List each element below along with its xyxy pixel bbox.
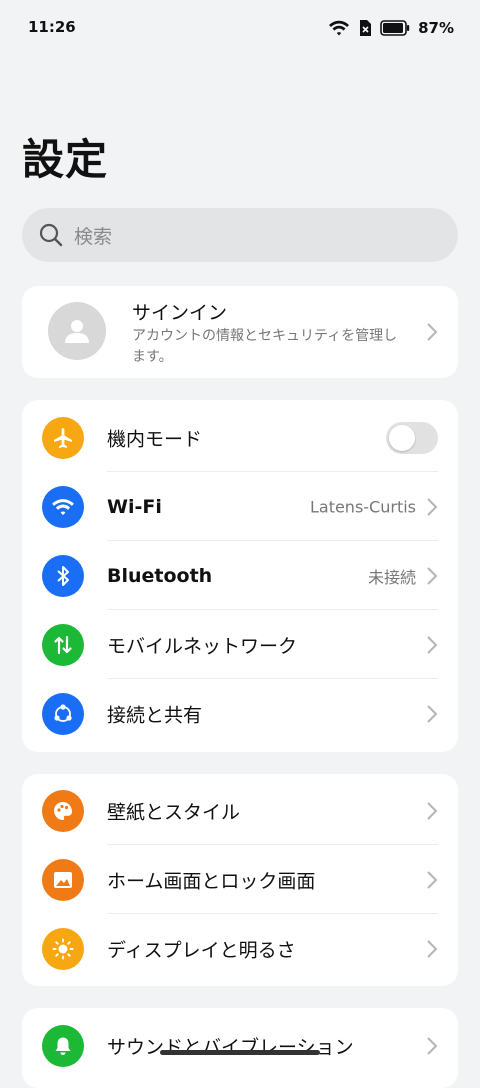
wifi-label: Wi-Fi bbox=[107, 495, 162, 518]
bluetooth-row[interactable]: Bluetooth 未接続 bbox=[22, 541, 458, 610]
airplane-mode-toggle[interactable] bbox=[386, 421, 438, 454]
battery-icon bbox=[380, 20, 410, 36]
wifi-icon bbox=[42, 485, 84, 528]
status-time: 11:26 bbox=[28, 18, 76, 36]
connectivity-card: 機内モード Wi-Fi Latens-Curtis Bluetooth 未接続 bbox=[22, 400, 458, 752]
search-placeholder: 検索 bbox=[74, 225, 113, 248]
avatar bbox=[48, 302, 106, 360]
display-card: 壁紙とスタイル ホーム画面とロック画面 ディスプレイと明るさ bbox=[22, 774, 458, 986]
battery-percent: 87% bbox=[418, 19, 454, 37]
sound-vibration-row[interactable]: サウンドとバイブレーション bbox=[22, 1011, 458, 1080]
wifi-status-icon bbox=[329, 20, 350, 36]
airplane-mode-row[interactable]: 機内モード bbox=[22, 403, 458, 472]
airplane-mode-label: 機内モード bbox=[107, 428, 203, 450]
bell-icon bbox=[42, 1024, 84, 1067]
mobile-network-row[interactable]: モバイルネットワーク bbox=[22, 610, 458, 679]
wifi-row[interactable]: Wi-Fi Latens-Curtis bbox=[22, 472, 458, 541]
sun-icon bbox=[42, 927, 84, 970]
display-brightness-row[interactable]: ディスプレイと明るさ bbox=[22, 914, 458, 983]
bluetooth-label: Bluetooth bbox=[107, 564, 213, 587]
status-icons: 87% bbox=[328, 16, 454, 40]
wifi-value: Latens-Curtis bbox=[309, 497, 416, 516]
share-icon bbox=[42, 692, 84, 735]
airplane-icon bbox=[42, 416, 84, 459]
gesture-navigation-bar[interactable] bbox=[160, 1050, 320, 1055]
status-bar: 11:26 87% bbox=[0, 0, 480, 56]
chevron-right-icon bbox=[427, 939, 438, 958]
account-card[interactable]: サインイン アカウントの情報とセキュリティを管理します。 bbox=[22, 286, 458, 378]
chevron-right-icon bbox=[427, 497, 438, 516]
person-icon bbox=[65, 320, 89, 343]
image-icon bbox=[42, 858, 84, 901]
sound-card: サウンドとバイブレーション bbox=[22, 1008, 458, 1088]
chevron-right-icon bbox=[427, 635, 438, 654]
wallpaper-style-row[interactable]: 壁紙とスタイル bbox=[22, 776, 458, 845]
search-icon bbox=[39, 223, 63, 247]
account-title: サインイン bbox=[132, 302, 228, 324]
wallpaper-style-label: 壁紙とスタイル bbox=[107, 801, 241, 823]
mobile-network-label: モバイルネットワーク bbox=[107, 635, 298, 657]
page-title: 設定 bbox=[22, 135, 109, 184]
bluetooth-value: 未接続 bbox=[367, 567, 416, 587]
connection-sharing-row[interactable]: 接続と共有 bbox=[22, 679, 458, 748]
palette-icon bbox=[42, 789, 84, 832]
chevron-right-icon bbox=[427, 323, 438, 341]
no-sim-icon bbox=[360, 20, 372, 36]
chevron-right-icon bbox=[427, 870, 438, 889]
chevron-right-icon bbox=[427, 1036, 438, 1055]
display-brightness-label: ディスプレイと明るさ bbox=[107, 939, 296, 961]
home-lock-screen-row[interactable]: ホーム画面とロック画面 bbox=[22, 845, 458, 914]
mobile-data-icon bbox=[42, 623, 84, 666]
chevron-right-icon bbox=[427, 566, 438, 585]
chevron-right-icon bbox=[427, 801, 438, 820]
bluetooth-icon bbox=[42, 554, 84, 597]
connection-sharing-label: 接続と共有 bbox=[107, 704, 203, 726]
home-lock-screen-label: ホーム画面とロック画面 bbox=[107, 870, 316, 892]
chevron-right-icon bbox=[427, 704, 438, 723]
account-subtitle: アカウントの情報とセキュリティを管理します。 bbox=[132, 328, 398, 365]
search-bar[interactable]: 検索 bbox=[22, 208, 458, 262]
